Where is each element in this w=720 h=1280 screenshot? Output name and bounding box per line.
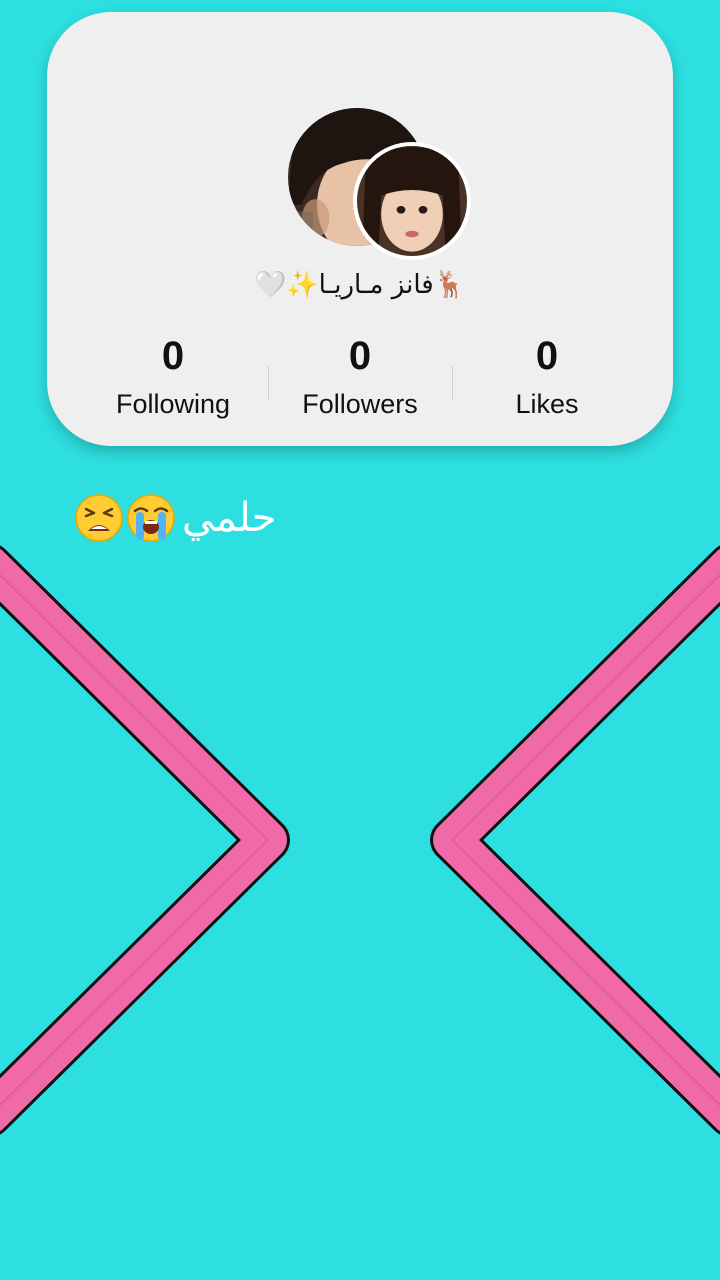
right-chevron-shape (430, 545, 720, 1135)
stat-likes-count: 0 (535, 334, 559, 378)
stat-followers-label: Followers (302, 389, 418, 419)
screen: 🦌فانز مـاريـا✨🤍 0 Following 0 Followers … (0, 0, 720, 1280)
stat-likes[interactable]: 0 Likes (447, 332, 647, 422)
stat-likes-label: Likes (515, 389, 579, 419)
tired-face-emoji-icon (75, 494, 123, 542)
loudly-crying-face-emoji-icon (127, 494, 175, 542)
stat-following-count: 0 (161, 334, 185, 378)
stat-followers-count: 0 (348, 334, 372, 378)
child-portrait-photo-icon (357, 146, 467, 256)
stat-following-label: Following (115, 389, 231, 419)
profile-stats: 0 Following 0 Followers 0 Likes (47, 332, 673, 432)
profile-username: 🦌فانز مـاريـا✨🤍 (253, 270, 467, 300)
profile-card: 🦌فانز مـاريـا✨🤍 0 Following 0 Followers … (47, 12, 673, 446)
stat-following[interactable]: 0 Following (73, 332, 273, 422)
stat-followers[interactable]: 0 Followers (260, 332, 460, 422)
caption-text: حلمي (182, 495, 277, 541)
avatar-primary[interactable] (353, 142, 471, 260)
caption-overlay: حلمي (74, 488, 276, 548)
left-chevron-shape (0, 545, 290, 1135)
